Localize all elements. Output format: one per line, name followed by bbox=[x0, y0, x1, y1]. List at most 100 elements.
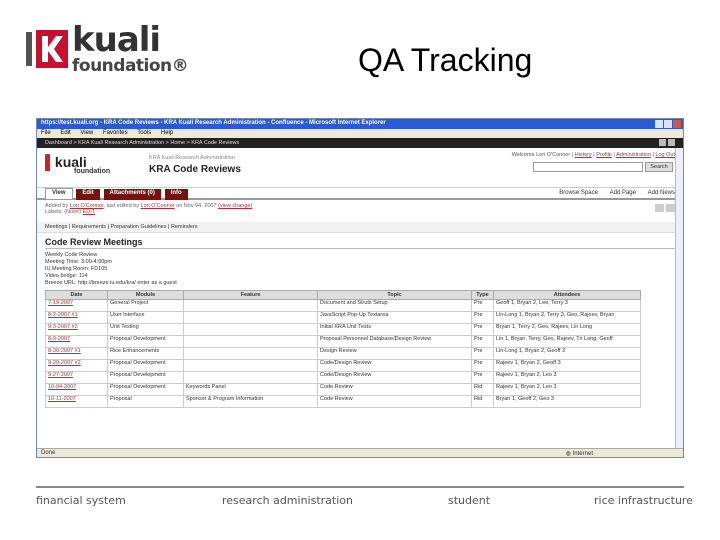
cell-attendees: Bryan 1, Terry 2, Geo, Rajeev, Lin Long bbox=[493, 323, 641, 336]
cell-topic: Design Review bbox=[317, 347, 472, 360]
menu-view[interactable]: View bbox=[80, 130, 93, 136]
date-link[interactable]: 8-30-2007 #1 bbox=[48, 348, 81, 354]
table-row: 10-04-2007 Proposal Development Keywords P… bbox=[45, 383, 641, 396]
add-page-link[interactable]: Add Page bbox=[610, 190, 636, 196]
meta-edited-user[interactable]: Lori O'Connor bbox=[141, 203, 175, 209]
search-input[interactable] bbox=[533, 162, 643, 172]
cell-date: 9-27-2007 bbox=[45, 371, 108, 384]
tab-info[interactable]: Info bbox=[164, 189, 188, 200]
link-administration[interactable]: Administration bbox=[616, 152, 651, 158]
cell-feature bbox=[183, 311, 318, 324]
link-profile[interactable]: Profile bbox=[596, 152, 612, 158]
footer-item-student: student bbox=[448, 494, 491, 507]
cell-type: Pre bbox=[471, 347, 494, 360]
col-attendees: Attendees bbox=[493, 290, 641, 300]
col-type: Type bbox=[471, 290, 494, 300]
cell-module: Proposal Development bbox=[107, 383, 184, 396]
menu-file[interactable]: File bbox=[41, 130, 51, 136]
table-row: 7-19-2007 General Project Document and Str… bbox=[45, 299, 641, 312]
date-link[interactable]: 10-04-2007 bbox=[48, 384, 76, 390]
meta-date: on Nov 04, 2007 bbox=[176, 203, 217, 209]
meta-edited: , last edited by bbox=[103, 203, 140, 209]
cell-feature bbox=[183, 359, 318, 372]
section-heading: Code Review Meetings bbox=[45, 237, 675, 249]
cell-topic: Document and Struts Setup bbox=[317, 299, 472, 312]
slide: kuali foundation® QA Tracking https://te… bbox=[0, 0, 720, 540]
link-logout[interactable]: Log Out bbox=[655, 152, 675, 158]
cell-feature bbox=[183, 299, 318, 312]
date-link[interactable]: 8-2-2007 #1 bbox=[48, 312, 78, 318]
table-row: 8-9-2007 Proposal Development Proposal Per… bbox=[45, 335, 641, 348]
date-link[interactable]: 10-11-2007 bbox=[48, 396, 76, 402]
cell-topic: Code/Design Review bbox=[317, 371, 472, 384]
date-link[interactable]: 8-9-2007 bbox=[48, 336, 70, 342]
cell-date: 9-3-2007 #2 bbox=[45, 323, 108, 336]
cell-date: 7-19-2007 bbox=[45, 299, 108, 312]
print-icon[interactable] bbox=[659, 139, 666, 146]
crumb-icons bbox=[657, 139, 675, 148]
cell-feature: Sponsor & Program Information bbox=[183, 395, 318, 408]
menu-favorites[interactable]: Favorites bbox=[103, 130, 128, 136]
menu-help[interactable]: Help bbox=[161, 130, 173, 136]
mini-k-icon: ▌ bbox=[45, 154, 55, 170]
cell-type: Rid bbox=[471, 383, 494, 396]
cell-attendees: Lin-Long 1, Bryan 2, Terry 3, Geo, Rajee… bbox=[493, 311, 641, 324]
tab-edit[interactable]: Edit bbox=[76, 189, 100, 200]
browser-menubar: File Edit View Favorites Tools Help bbox=[37, 129, 683, 138]
slide-title: QA Tracking bbox=[358, 42, 533, 78]
space-name: KRA Kuali Research Administration bbox=[149, 155, 235, 161]
breadcrumb-text[interactable]: Dashboard > KRA Kuali Research Administr… bbox=[45, 140, 239, 146]
table-body: 7-19-2007 General Project Document and Str… bbox=[45, 299, 641, 408]
rss-icon[interactable] bbox=[668, 139, 675, 146]
browser-statusbar: Done ◍ Internet bbox=[37, 448, 683, 457]
cell-module: General Project bbox=[107, 299, 184, 312]
meta-view-change[interactable]: (view change) bbox=[218, 203, 252, 209]
date-link[interactable]: 9-3-2007 #2 bbox=[48, 324, 78, 330]
print-page-icon[interactable] bbox=[666, 204, 675, 212]
browse-space-link[interactable]: Browse Space bbox=[559, 190, 598, 196]
cell-date: 8-30-2007 #1 bbox=[45, 347, 108, 360]
vertical-scrollbar[interactable] bbox=[675, 148, 683, 448]
cell-module: Unit Testing bbox=[107, 323, 184, 336]
cell-attendees: Lin-Long 1, Bryan 2, Geoff 3 bbox=[493, 347, 641, 360]
maximize-icon[interactable] bbox=[664, 120, 672, 128]
link-history[interactable]: History bbox=[575, 152, 592, 158]
cell-feature: Keywords Panel bbox=[183, 383, 318, 396]
cell-attendees: Bryan 1, Geoff 2, Geo 3 bbox=[493, 395, 641, 408]
browser-titlebar: https://test.kuali.org - KRA Code Review… bbox=[37, 119, 683, 129]
cell-type: Pre bbox=[471, 359, 494, 372]
cell-topic: Proposal Personnel Database/Design Revie… bbox=[317, 335, 472, 348]
menu-tools[interactable]: Tools bbox=[137, 130, 151, 136]
page-actions: Browse Space Add Page Add News bbox=[549, 190, 675, 196]
col-feature: Feature bbox=[183, 290, 318, 300]
cell-type: Pre bbox=[471, 311, 494, 324]
page-links[interactable]: Meetings | Requirements | Preparation Gu… bbox=[37, 222, 683, 233]
minimize-icon[interactable] bbox=[655, 120, 663, 128]
security-zone-label: Internet bbox=[572, 451, 593, 457]
info-line: Breeze URL: http://breeze.iu.edu/kra/ en… bbox=[45, 280, 177, 286]
search-button[interactable]: Search bbox=[645, 162, 673, 172]
add-news-link[interactable]: Add News bbox=[648, 190, 675, 196]
tab-view[interactable]: View bbox=[45, 188, 73, 199]
cell-module: Proposal Development bbox=[107, 371, 184, 384]
meta-labels-line: Labels: (None) EDIT bbox=[45, 209, 675, 215]
close-icon[interactable] bbox=[673, 120, 681, 128]
labels-edit-link[interactable]: EDIT bbox=[83, 209, 96, 215]
date-link[interactable]: 7-19-2007 bbox=[48, 300, 73, 306]
table-row: 10-11-2007 Proposal Sponsor & Program Info… bbox=[45, 395, 641, 408]
tab-attachments[interactable]: Attachments (0) bbox=[103, 189, 161, 200]
date-link[interactable]: 9-27-2007 bbox=[48, 372, 73, 378]
status-text: Done bbox=[41, 450, 56, 456]
window-controls bbox=[654, 120, 681, 130]
table-row: 9-20-2007 #2 Proposal Development Code/Des… bbox=[45, 359, 641, 372]
menu-edit[interactable]: Edit bbox=[60, 130, 70, 136]
date-link[interactable]: 9-20-2007 #2 bbox=[48, 360, 81, 366]
browser-screenshot: https://test.kuali.org - KRA Code Review… bbox=[36, 118, 684, 458]
info-line: Weekly Code Review bbox=[45, 252, 98, 258]
cell-module: Proposal bbox=[107, 395, 184, 408]
cell-topic: Initial KRA Unit Tests bbox=[317, 323, 472, 336]
email-icon[interactable] bbox=[655, 204, 664, 212]
cell-type: Pre bbox=[471, 299, 494, 312]
cell-module: Rice Enhancements bbox=[107, 347, 184, 360]
user-links: Welcome Lori O'Connor | History | Profil… bbox=[511, 152, 675, 158]
